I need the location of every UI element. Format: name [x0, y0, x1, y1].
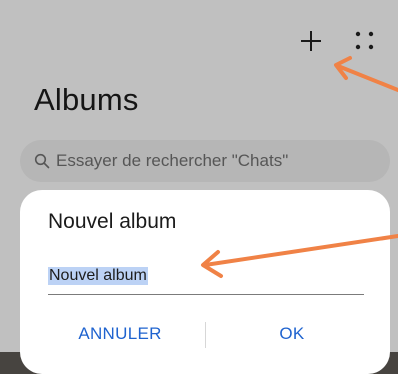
dialog-title: Nouvel album [48, 210, 177, 233]
new-album-dialog: Nouvel album Nouvel album ANNULER OK [20, 190, 390, 374]
album-name-value: Nouvel album [48, 267, 148, 285]
cancel-button[interactable]: ANNULER [50, 314, 190, 354]
ok-button[interactable]: OK [222, 314, 362, 354]
album-name-input[interactable]: Nouvel album [48, 262, 364, 295]
button-divider [205, 322, 206, 348]
